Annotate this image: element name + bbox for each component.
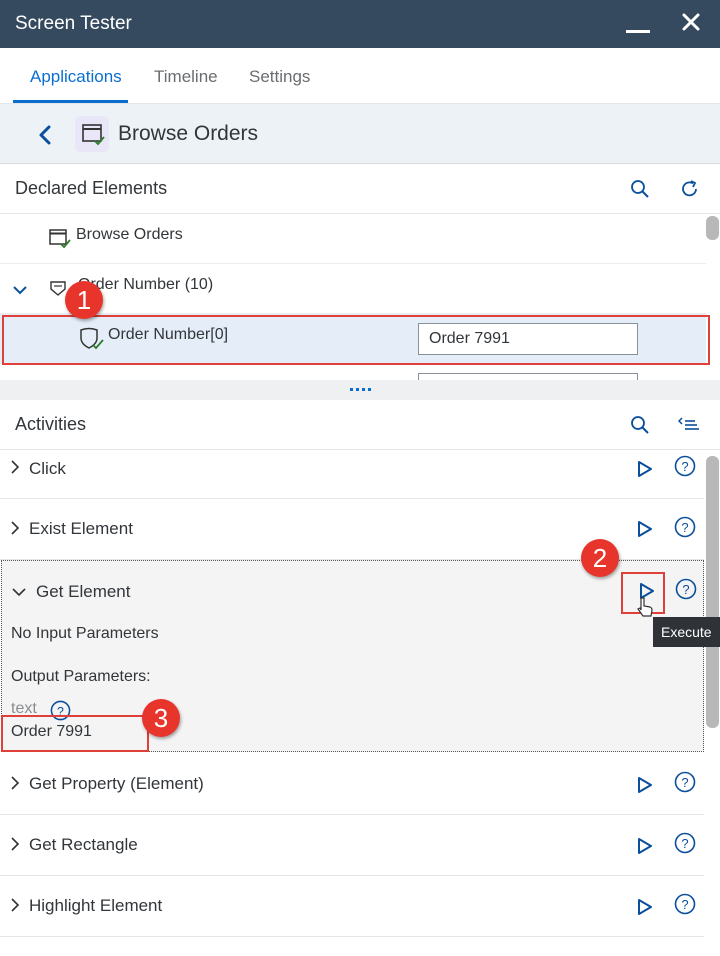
chevron-right-icon[interactable] [10, 459, 20, 475]
activity-click[interactable]: Click ? [0, 450, 704, 499]
tree-item-label: Browse Orders [76, 226, 183, 243]
help-icon[interactable]: ? [674, 771, 696, 793]
step-marker-2: 2 [581, 539, 619, 577]
tab-timeline[interactable]: Timeline [154, 67, 218, 87]
svg-text:?: ? [681, 836, 688, 851]
refresh-icon[interactable] [680, 179, 700, 199]
activity-highlight-element[interactable]: Highlight Element ? [0, 876, 704, 937]
tab-applications[interactable]: Applications [30, 67, 122, 87]
collapse-all-icon[interactable] [678, 414, 702, 436]
step-marker-3: 3 [142, 699, 180, 737]
tree-item-order-number-group[interactable]: Order Number (10) [0, 264, 706, 314]
close-icon[interactable] [678, 8, 704, 36]
help-icon[interactable]: ? [674, 516, 696, 538]
output-header: Output Parameters: [11, 668, 151, 685]
play-icon[interactable] [636, 460, 654, 478]
splitter-grip[interactable] [350, 388, 372, 391]
svg-text:?: ? [681, 459, 688, 474]
section-title: Activities [15, 414, 87, 434]
tab-settings[interactable]: Settings [249, 67, 310, 87]
play-icon[interactable] [636, 776, 654, 794]
window-title: Screen Tester [15, 13, 132, 34]
minimize-button[interactable] [626, 30, 650, 33]
svg-text:?: ? [682, 582, 689, 597]
search-icon[interactable] [630, 415, 650, 435]
activity-label: Get Property (Element) [29, 774, 204, 793]
tree-item-order-number-1[interactable] [0, 364, 706, 380]
element-value-field[interactable] [418, 373, 638, 380]
search-icon[interactable] [630, 179, 650, 199]
chevron-right-icon[interactable] [10, 897, 20, 913]
declared-scrollbar-thumb[interactable] [706, 216, 719, 240]
help-icon[interactable]: ? [674, 893, 696, 915]
chevron-right-icon[interactable] [10, 775, 20, 791]
help-icon[interactable]: ? [674, 832, 696, 854]
page-header: Browse Orders [0, 104, 720, 164]
svg-text:?: ? [681, 775, 688, 790]
activity-label: Get Rectangle [29, 835, 138, 854]
declared-elements-header: Declared Elements [0, 164, 720, 214]
activity-label: Click [29, 459, 66, 478]
window-check-icon [75, 116, 109, 152]
play-icon[interactable] [636, 898, 654, 916]
activity-get-property[interactable]: Get Property (Element) ? [0, 754, 704, 815]
chevron-right-icon[interactable] [10, 520, 20, 536]
section-title: Declared Elements [15, 178, 168, 198]
highlight-box-1 [2, 315, 710, 365]
play-icon[interactable] [636, 520, 654, 538]
activity-label: Highlight Element [29, 896, 163, 915]
tab-bar: Applications Timeline Settings [0, 48, 720, 104]
title-bar: Screen Tester [0, 0, 720, 48]
active-tab-indicator [13, 100, 128, 103]
help-icon[interactable]: ? [674, 455, 696, 477]
chevron-right-icon[interactable] [10, 836, 20, 852]
highlight-box-3 [1, 715, 149, 752]
activity-get-rectangle[interactable]: Get Rectangle ? [0, 815, 704, 876]
activities-header: Activities [0, 400, 720, 450]
play-icon[interactable] [636, 837, 654, 855]
svg-text:?: ? [681, 897, 688, 912]
activities-scrollbar-thumb[interactable] [706, 456, 719, 728]
activity-label: Exist Element [29, 519, 133, 538]
step-marker-1: 1 [65, 281, 103, 319]
no-input-text: No Input Parameters [11, 625, 159, 642]
svg-text:?: ? [681, 520, 688, 535]
chevron-down-icon[interactable] [12, 284, 28, 296]
back-arrow-icon[interactable] [36, 124, 54, 146]
chevron-down-icon[interactable] [11, 586, 27, 598]
tree-item-browse-orders[interactable]: Browse Orders [0, 214, 706, 264]
pane-splitter[interactable] [0, 380, 720, 400]
help-icon[interactable]: ? [675, 578, 697, 600]
activity-label: Get Element [36, 582, 131, 601]
page-title: Browse Orders [118, 122, 259, 145]
execute-tooltip: Execute [653, 617, 720, 647]
window-check-icon [49, 229, 71, 249]
